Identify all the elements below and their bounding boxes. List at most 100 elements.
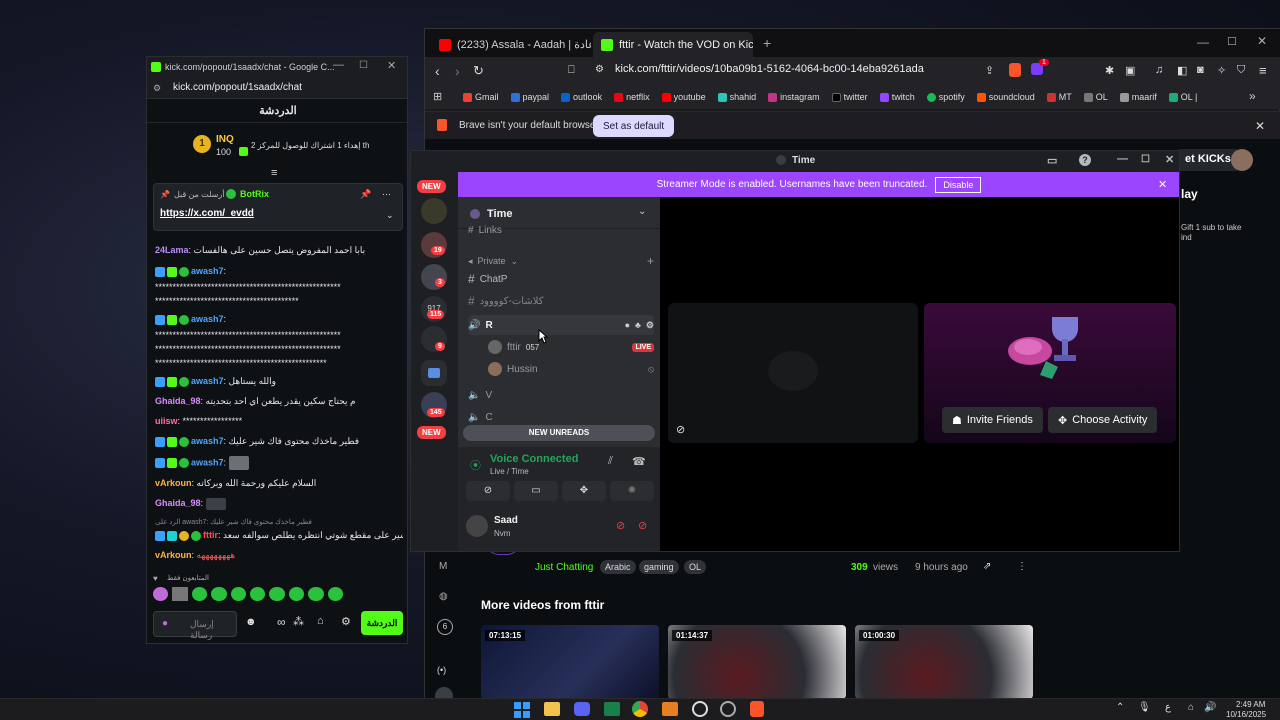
folder-icon[interactable]	[421, 360, 447, 386]
invite-friends-button[interactable]: ☗ Invite Friends	[942, 407, 1043, 433]
settings-icon[interactable]: ⚙	[341, 615, 351, 628]
voice-channel-c[interactable]: 🔈 C	[468, 407, 654, 427]
chrome-icon[interactable]	[632, 701, 648, 717]
excel-icon[interactable]	[604, 702, 620, 716]
stream-tile[interactable]	[668, 303, 918, 443]
wallet-icon[interactable]: ◙	[1197, 64, 1204, 76]
network-icon[interactable]: ⌂	[1188, 702, 1194, 713]
unpin-icon[interactable]: 📌	[360, 189, 371, 200]
video-thumbnail[interactable]: 01:14:37	[668, 625, 846, 699]
soundboard-button[interactable]: ✺	[610, 481, 654, 501]
screen-share-button[interactable]: ▭	[514, 481, 558, 501]
share-icon[interactable]: ⇪	[985, 64, 994, 77]
add-channel-icon[interactable]: +	[647, 254, 654, 268]
help-icon[interactable]: ?	[1079, 154, 1091, 166]
disconnect-icon[interactable]: ☎	[632, 455, 646, 468]
tab-youtube[interactable]: (2233) Assala - Aadah | أصالة - عادة	[431, 32, 591, 57]
mic-icon[interactable]: 🎙	[1138, 702, 1151, 713]
drops-icon[interactable]: ⁂	[293, 615, 304, 628]
emote-icon[interactable]	[327, 587, 344, 601]
mic-icon[interactable]: ●	[162, 618, 168, 629]
emote-icon[interactable]	[230, 587, 247, 601]
get-kicks-button[interactable]: et KICKs	[1177, 149, 1239, 171]
video-thumbnail[interactable]: 07:13:15	[481, 625, 659, 699]
back-icon[interactable]: ‹	[435, 63, 440, 79]
send-chat-button[interactable]: الدردشة	[361, 611, 403, 635]
tag-ol[interactable]: OL	[684, 560, 707, 574]
more-options-icon[interactable]: ⋮	[1017, 561, 1027, 572]
hide-names-icon[interactable]: ⊘	[676, 423, 685, 436]
maximize-icon[interactable]: ☐	[1227, 35, 1237, 48]
chat-username[interactable]: vArkoun	[155, 478, 192, 488]
disable-streamer-mode-button[interactable]: Disable	[935, 176, 982, 193]
bookmark-instagram[interactable]: instagram	[768, 92, 820, 102]
sidebar-icon[interactable]: ◧	[1177, 64, 1187, 77]
tag-arabic[interactable]: Arabic	[600, 560, 636, 574]
server-icon[interactable]	[421, 198, 447, 224]
chevron-up-icon[interactable]: ⌃	[1116, 702, 1124, 713]
maximize-icon[interactable]: ☐	[1141, 154, 1150, 165]
discord-icon[interactable]	[574, 702, 590, 716]
channel-links[interactable]: # Links	[468, 223, 654, 237]
loop-icon[interactable]: ∞	[277, 615, 286, 629]
leo-icon[interactable]: ✧	[1217, 64, 1226, 77]
bookmark-icon[interactable]: ⎕	[568, 64, 575, 77]
language-indicator[interactable]: ع	[1165, 702, 1171, 713]
tab-kick[interactable]: fttir - Watch the VOD on Kick ✕	[593, 32, 753, 57]
emote-icon[interactable]	[153, 587, 169, 601]
steam-icon[interactable]	[720, 701, 736, 717]
reload-icon[interactable]: ↻	[473, 63, 484, 79]
emoji-icon[interactable]: ☻	[245, 616, 257, 628]
bookmark-mt[interactable]: MT	[1046, 92, 1072, 102]
chat-username[interactable]: Ghaida_98	[155, 498, 201, 508]
bookmark-twitch[interactable]: twitch	[879, 92, 915, 102]
chat-icon[interactable]: ●	[625, 320, 630, 330]
store-icon[interactable]: ⌂	[317, 615, 324, 627]
settings-icon[interactable]: ⚙	[646, 320, 654, 331]
chevron-down-icon[interactable]: ⌄	[386, 210, 394, 221]
extensions-icon[interactable]: ✱	[1105, 64, 1114, 77]
chat-input[interactable]: ● إرسال رسالة	[153, 611, 237, 640]
tag-gaming[interactable]: gaming	[639, 560, 679, 574]
nav-channel-icon[interactable]: 6	[437, 619, 453, 635]
brave-icon[interactable]	[750, 701, 764, 717]
new-unreads-button[interactable]: NEW UNREADS	[463, 425, 655, 441]
bookmark-netflix[interactable]: netflix	[614, 92, 650, 102]
vpn-icon[interactable]: ⛉	[1237, 64, 1245, 77]
bookmark-soundcloud[interactable]: soundcloud	[976, 92, 1035, 102]
bookmark-gmail[interactable]: Gmail	[463, 92, 499, 102]
apps-icon[interactable]: ⊞	[433, 90, 442, 103]
noise-suppression-icon[interactable]: ⫽	[608, 455, 613, 468]
more-icon[interactable]: ⋯	[382, 189, 391, 200]
app-icon[interactable]	[692, 701, 708, 717]
profile-avatar[interactable]	[1231, 149, 1253, 171]
close-infobar-icon[interactable]: ✕	[1255, 119, 1265, 133]
chat-username[interactable]: awash7	[191, 314, 224, 324]
emote-icon[interactable]	[191, 587, 208, 601]
chat-username[interactable]: 24Lama	[155, 245, 189, 255]
site-info-icon[interactable]: ⚙	[153, 83, 161, 94]
clock-date[interactable]: 10/16/2025	[1226, 710, 1266, 719]
chat-username[interactable]: awash7	[191, 266, 224, 276]
voice-channel-r[interactable]: 🔊 R ● ♣ ⚙	[468, 315, 654, 335]
file-explorer-icon[interactable]	[544, 702, 560, 716]
minimize-icon[interactable]: —	[1197, 35, 1209, 49]
category-private[interactable]: ◂ Private ⌄ +	[468, 251, 654, 271]
expand-leaderboard-icon[interactable]: ≡	[271, 167, 277, 179]
category-link[interactable]: Just Chatting	[535, 562, 593, 573]
activity-button[interactable]: ✥	[562, 481, 606, 501]
nav-live-icon[interactable]: (•)	[437, 665, 446, 675]
set-default-button[interactable]: Set as default	[593, 115, 675, 137]
app-icon[interactable]	[662, 702, 678, 716]
emote-icon[interactable]	[269, 587, 285, 601]
menu-icon[interactable]: ≡	[1259, 63, 1267, 78]
bookmark-twitter[interactable]: twitter	[831, 92, 868, 102]
voice-member[interactable]: fttir 057 LIVE	[488, 337, 654, 357]
video-thumbnail[interactable]: 01:00:30	[855, 625, 1033, 699]
close-icon[interactable]: ✕	[1165, 153, 1174, 166]
close-icon[interactable]: ✕	[387, 59, 396, 72]
chat-username[interactable]: awash7	[191, 457, 224, 467]
more-bookmarks-icon[interactable]: »	[1249, 89, 1256, 103]
bookmark-outlook[interactable]: outlook	[561, 92, 602, 102]
screenshot-icon[interactable]: ▣	[1125, 64, 1135, 77]
